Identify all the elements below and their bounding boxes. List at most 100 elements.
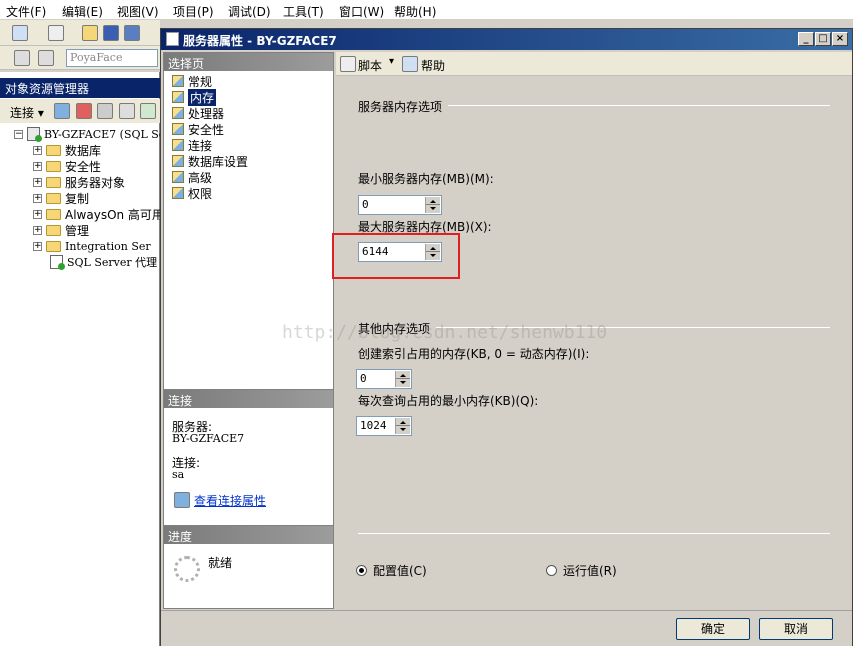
ok-button[interactable]: 确定 bbox=[676, 618, 750, 640]
close-button[interactable]: × bbox=[832, 32, 848, 46]
radio-divider bbox=[358, 533, 830, 534]
page-security[interactable]: 安全性 bbox=[172, 121, 224, 137]
radio-label: 运行值(R) bbox=[563, 564, 617, 578]
new-query-icon[interactable] bbox=[12, 25, 28, 41]
expand-icon[interactable]: + bbox=[33, 209, 42, 219]
tree-node-security[interactable]: + 安全性 bbox=[33, 158, 101, 174]
min-memory-label: 最小服务器内存(MB)(M): bbox=[358, 172, 494, 186]
new-item-icon[interactable] bbox=[48, 25, 64, 41]
view-connection-properties-link[interactable]: 查看连接属性 bbox=[194, 492, 266, 509]
highlight-box bbox=[332, 233, 460, 279]
server-icon bbox=[27, 127, 42, 142]
menu-edit[interactable]: 编辑(E) bbox=[62, 3, 103, 20]
page-memory[interactable]: 内存 bbox=[172, 88, 217, 106]
menu-file[interactable]: 文件(F) bbox=[6, 3, 46, 20]
tree-node-server-objects[interactable]: + 服务器对象 bbox=[33, 174, 125, 190]
folder-icon bbox=[46, 144, 61, 156]
help-button[interactable]: 帮助 bbox=[421, 57, 445, 74]
agent-icon bbox=[50, 255, 65, 270]
tree-node-integration[interactable]: + Integration Ser bbox=[33, 238, 151, 254]
server-memory-group-title: 服务器内存选项 bbox=[358, 100, 443, 114]
change-connection-icon[interactable] bbox=[38, 50, 54, 66]
index-memory-spinner[interactable]: 0 bbox=[356, 369, 412, 389]
watermark-text: http://blog.csdn.net/shenwb110 bbox=[282, 322, 608, 343]
expand-icon[interactable]: + bbox=[33, 193, 42, 203]
menu-window[interactable]: 窗口(W) bbox=[339, 3, 384, 20]
minimize-button[interactable]: _ bbox=[798, 32, 814, 46]
page-icon bbox=[172, 107, 184, 119]
refresh-icon[interactable] bbox=[140, 103, 156, 119]
tree-node-label: 数据库 bbox=[65, 143, 102, 158]
dialog-button-bar: 确定 取消 bbox=[161, 610, 852, 646]
register-icon[interactable] bbox=[54, 103, 70, 119]
page-label: 处理器 bbox=[188, 106, 225, 121]
tree-server-node[interactable]: − BY-GZFACE7 (SQL Se bbox=[14, 126, 165, 142]
save-all-icon[interactable] bbox=[124, 25, 140, 41]
menu-debug[interactable]: 调试(D) bbox=[228, 3, 271, 20]
page-processors[interactable]: 处理器 bbox=[172, 105, 224, 121]
maximize-button[interactable]: □ bbox=[815, 32, 831, 46]
page-icon bbox=[172, 155, 184, 167]
folder-icon bbox=[46, 192, 61, 204]
open-folder-icon[interactable] bbox=[82, 25, 98, 41]
menu-project[interactable]: 项目(P) bbox=[173, 3, 214, 20]
tree-node-databases[interactable]: + 数据库 bbox=[33, 142, 101, 158]
chevron-down-icon[interactable]: ▾ bbox=[389, 56, 394, 67]
expand-icon[interactable]: + bbox=[33, 241, 42, 251]
expand-icon[interactable]: + bbox=[33, 161, 42, 171]
progress-pane: 进度 就绪 bbox=[163, 525, 334, 609]
page-label: 高级 bbox=[188, 170, 213, 185]
index-memory-value[interactable]: 0 bbox=[360, 372, 367, 385]
tree-node-agent[interactable]: SQL Server 代理 bbox=[50, 254, 157, 270]
connect-button[interactable]: 连接 ▾ bbox=[10, 104, 44, 121]
progress-spinner-icon bbox=[174, 556, 200, 582]
min-memory-value[interactable]: 0 bbox=[362, 198, 369, 211]
script-button[interactable]: 脚本 bbox=[358, 57, 382, 74]
page-icon bbox=[172, 91, 184, 103]
query-memory-value[interactable]: 1024 bbox=[360, 419, 387, 432]
select-page-header: 选择页 bbox=[164, 53, 333, 71]
stop-icon[interactable] bbox=[97, 103, 113, 119]
configured-value-radio[interactable]: 配置值(C) bbox=[356, 562, 427, 579]
running-value-radio[interactable]: 运行值(R) bbox=[546, 562, 617, 579]
page-advanced[interactable]: 高级 bbox=[172, 169, 212, 185]
filter-icon[interactable] bbox=[119, 103, 135, 119]
object-explorer-title: 对象资源管理器 bbox=[0, 78, 160, 98]
spin-arrows-icon[interactable] bbox=[425, 197, 440, 213]
cancel-button[interactable]: 取消 bbox=[759, 618, 833, 640]
page-label: 数据库设置 bbox=[188, 154, 249, 169]
min-memory-spinner[interactable]: 0 bbox=[358, 195, 442, 215]
spin-arrows-icon[interactable] bbox=[395, 371, 410, 387]
expand-icon[interactable]: + bbox=[33, 145, 42, 155]
page-permissions[interactable]: 权限 bbox=[172, 185, 212, 201]
database-combo[interactable]: PoyaFace bbox=[66, 49, 158, 67]
sql-toolbar: PoyaFace bbox=[0, 46, 160, 70]
menu-view[interactable]: 视图(V) bbox=[117, 3, 159, 20]
save-icon[interactable] bbox=[103, 25, 119, 41]
folder-icon bbox=[46, 224, 61, 236]
page-connections[interactable]: 连接 bbox=[172, 137, 212, 153]
folder-icon bbox=[46, 240, 61, 252]
select-page-pane: 选择页 常规 内存 处理器 安全性 连接 数据库设置 高级 权限 bbox=[163, 52, 334, 417]
collapse-icon[interactable]: − bbox=[14, 129, 23, 139]
radio-selected-icon bbox=[356, 565, 367, 576]
menu-tools[interactable]: 工具(T) bbox=[283, 3, 324, 20]
query-memory-spinner[interactable]: 1024 bbox=[356, 416, 412, 436]
tree-node-management[interactable]: + 管理 bbox=[33, 222, 89, 238]
group-divider bbox=[448, 105, 830, 106]
connect-db-icon[interactable] bbox=[14, 50, 30, 66]
help-icon bbox=[402, 56, 418, 72]
connection-pane: 连接 服务器: BY-GZFACE7 连接: sa 查看连接属性 bbox=[163, 389, 334, 527]
page-general[interactable]: 常规 bbox=[172, 73, 212, 89]
tree-node-label: AlwaysOn 高可用 bbox=[65, 207, 164, 222]
disconnect-icon[interactable] bbox=[76, 103, 92, 119]
tree-node-replication[interactable]: + 复制 bbox=[33, 190, 89, 206]
menu-help[interactable]: 帮助(H) bbox=[394, 3, 436, 20]
expand-icon[interactable]: + bbox=[33, 177, 42, 187]
expand-icon[interactable]: + bbox=[33, 225, 42, 235]
page-database-settings[interactable]: 数据库设置 bbox=[172, 153, 248, 169]
connection-header: 连接 bbox=[164, 390, 333, 408]
spin-arrows-icon[interactable] bbox=[395, 418, 410, 434]
tree-node-alwayson[interactable]: + AlwaysOn 高可用 bbox=[33, 206, 164, 222]
query-memory-label: 每次查询占用的最小内存(KB)(Q): bbox=[358, 394, 539, 408]
